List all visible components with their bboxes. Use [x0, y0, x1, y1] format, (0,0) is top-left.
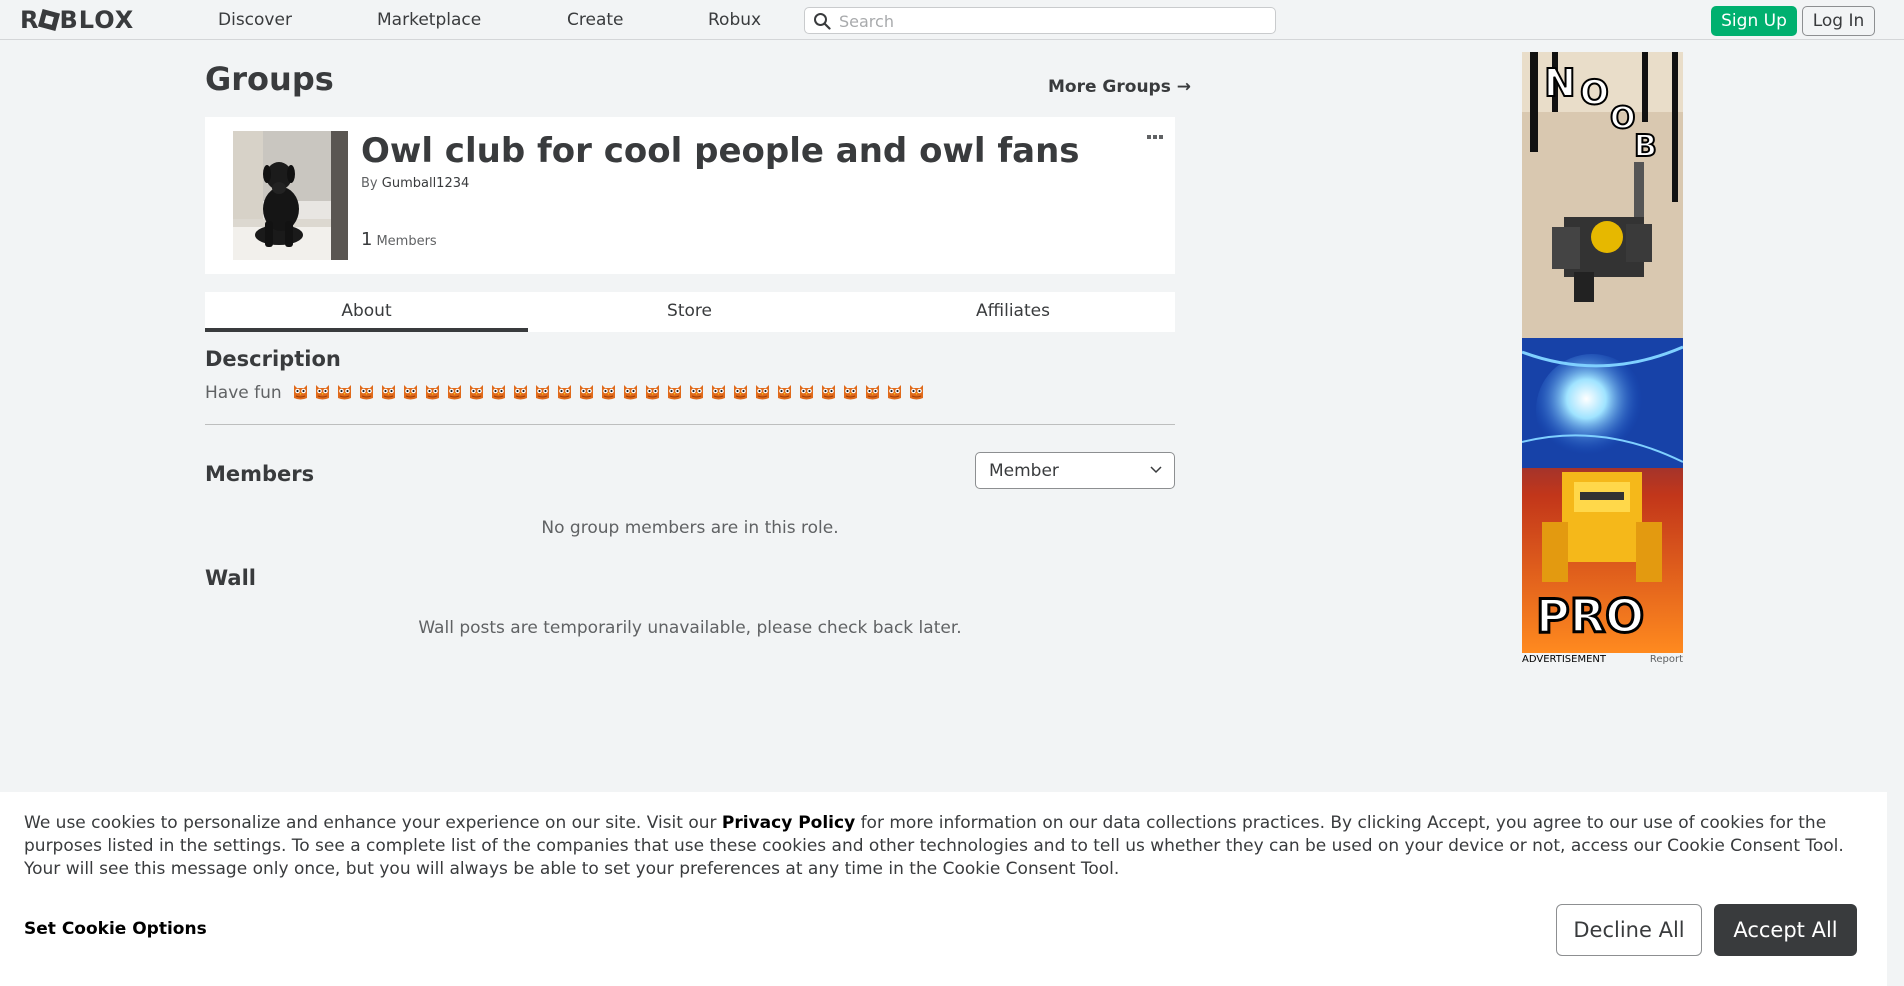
wall-unavailable-message: Wall posts are temporarily unavailable, … — [418, 618, 962, 638]
group-description: Have fun — [205, 382, 926, 403]
svg-text:B: B — [1634, 129, 1657, 164]
member-count: 1 Members — [361, 229, 437, 250]
search-input[interactable] — [839, 10, 1269, 32]
advertisement-banner[interactable]: N O O B PRO — [1522, 52, 1683, 653]
nav-create[interactable]: Create — [567, 0, 624, 40]
description-text: Have fun — [205, 383, 282, 403]
accept-all-button[interactable]: Accept All — [1714, 904, 1857, 956]
tab-about[interactable]: About — [205, 292, 528, 332]
owl-emoji-icon — [382, 385, 396, 400]
owl-emoji-icon — [558, 385, 572, 400]
owl-emoji-icon — [448, 385, 462, 400]
owl-emoji-icon — [712, 385, 726, 400]
advertisement-caption: ADVERTISEMENT Report — [1522, 654, 1683, 666]
chevron-down-icon — [1150, 466, 1162, 474]
group-name: Owl club for cool people and owl fans — [361, 131, 1080, 171]
set-cookie-options-link[interactable]: Set Cookie Options — [24, 919, 207, 939]
more-options-icon[interactable] — [1145, 131, 1165, 143]
owl-emoji-icon — [338, 385, 352, 400]
search-box[interactable] — [804, 7, 1276, 34]
owl-emoji-icon — [404, 385, 418, 400]
owl-emoji-icon — [888, 385, 902, 400]
owl-emoji-icon — [800, 385, 814, 400]
by-prefix: By — [361, 176, 378, 191]
members-empty-message: No group members are in this role. — [541, 518, 839, 538]
owl-emoji-icon — [426, 385, 440, 400]
members-heading: Members — [205, 462, 315, 486]
owl-emoji-icon — [624, 385, 638, 400]
group-header-card: Owl club for cool people and owl fans By… — [205, 117, 1175, 274]
page-title: Groups — [205, 60, 334, 98]
owl-emoji-icon — [844, 385, 858, 400]
svg-text:PRO: PRO — [1536, 589, 1644, 643]
role-select-dropdown[interactable]: Member — [975, 452, 1175, 489]
roblox-logo[interactable]: R BLOX — [20, 6, 134, 34]
owl-emoji-icon — [690, 385, 704, 400]
nav-robux[interactable]: Robux — [708, 0, 761, 40]
description-heading: Description — [205, 347, 341, 371]
owl-emoji-icon — [294, 385, 308, 400]
owl-emoji-icon — [580, 385, 594, 400]
group-tabs: About Store Affiliates — [205, 292, 1175, 332]
owl-emoji-icon — [492, 385, 506, 400]
owl-emoji-icon — [536, 385, 550, 400]
member-count-value: 1 — [361, 229, 373, 250]
cookie-text-part-1: We use cookies to personalize and enhanc… — [24, 813, 722, 833]
member-count-label: Members — [376, 234, 437, 249]
group-owner-link[interactable]: Gumball1234 — [382, 176, 470, 191]
sign-up-button[interactable]: Sign Up — [1711, 6, 1797, 36]
more-groups-link[interactable]: More Groups → — [1048, 77, 1191, 97]
log-in-button[interactable]: Log In — [1802, 6, 1875, 36]
nav-marketplace[interactable]: Marketplace — [377, 0, 481, 40]
svg-text:O: O — [1580, 73, 1609, 113]
group-emblem-image — [219, 131, 348, 260]
owl-emoji-icon — [756, 385, 770, 400]
advertisement-label: ADVERTISEMENT — [1522, 654, 1607, 665]
owl-emoji-icon — [470, 385, 484, 400]
owl-emoji-icon — [514, 385, 528, 400]
owl-emoji-icon — [668, 385, 682, 400]
tab-store[interactable]: Store — [528, 292, 851, 332]
group-owner-line: By Gumball1234 — [361, 176, 469, 191]
search-icon[interactable] — [813, 12, 831, 30]
owl-emoji-icon — [360, 385, 374, 400]
report-ad-link[interactable]: Report — [1650, 654, 1683, 665]
owl-emoji-icon — [866, 385, 880, 400]
top-navigation-bar: R BLOX Discover Marketplace Create Robux … — [0, 0, 1904, 40]
decline-all-button[interactable]: Decline All — [1556, 904, 1702, 956]
privacy-policy-link[interactable]: Privacy Policy — [722, 813, 855, 833]
cookie-consent-text: We use cookies to personalize and enhanc… — [24, 812, 1870, 881]
tab-affiliates[interactable]: Affiliates — [851, 292, 1175, 332]
svg-text:N: N — [1544, 61, 1576, 105]
owl-emoji-icon — [734, 385, 748, 400]
role-select-value: Member — [989, 461, 1059, 481]
owl-emoji-icon — [602, 385, 616, 400]
cookie-consent-banner: We use cookies to personalize and enhanc… — [0, 792, 1887, 986]
owl-emoji-icon — [822, 385, 836, 400]
owl-emoji-row — [291, 382, 926, 401]
svg-text:O: O — [1610, 101, 1636, 136]
owl-emoji-icon — [316, 385, 330, 400]
owl-emoji-icon — [910, 385, 924, 400]
wall-heading: Wall — [205, 566, 256, 590]
nav-discover[interactable]: Discover — [218, 0, 292, 40]
owl-emoji-icon — [778, 385, 792, 400]
owl-emoji-icon — [646, 385, 660, 400]
section-divider — [205, 424, 1175, 425]
